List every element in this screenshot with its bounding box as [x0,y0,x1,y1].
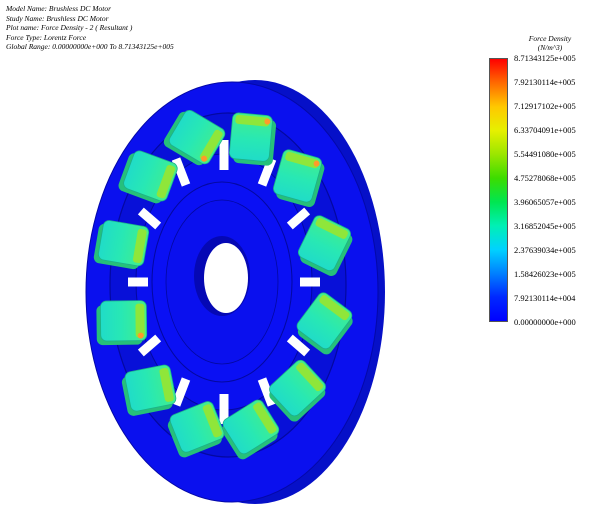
legend-title-unit: (N/m^3) [537,43,563,52]
legend-tick-label: 2.37639034e+005 [514,245,576,255]
legend-tick-label: 0.00000000e+000 [514,317,576,327]
legend-tick-label: 1.58426023e+005 [514,269,576,279]
legend-colorbar [489,58,508,322]
legend-tick-label: 7.92130114e+005 [514,77,576,87]
legend-tick-labels: 8.71343125e+005 7.92130114e+005 7.12917102… [514,52,598,334]
legend-tick-label: 3.16852045e+005 [514,221,576,231]
legend-tick-label: 6.33704091e+005 [514,125,576,135]
legend-tick-label: 7.92130114e+004 [514,293,576,303]
legend-tick-label: 5.54491080e+005 [514,149,576,159]
rotor-hub [151,181,293,383]
legend-tick-label: 3.96065057e+005 [514,197,576,207]
magnet-block [229,112,277,166]
magnet-block [93,220,150,270]
legend-tick-label: 4.75278068e+005 [514,173,576,183]
legend-title: Force Density (N/m^3) [512,34,588,52]
legend-tick-label: 8.71343125e+005 [514,53,576,63]
shaft-bore [204,243,248,313]
legend-tick-label: 7.12917102e+005 [514,101,576,111]
magnet-block [96,300,148,346]
motor-model-view[interactable] [0,0,600,511]
legend-title-quantity: Force Density [528,34,572,43]
